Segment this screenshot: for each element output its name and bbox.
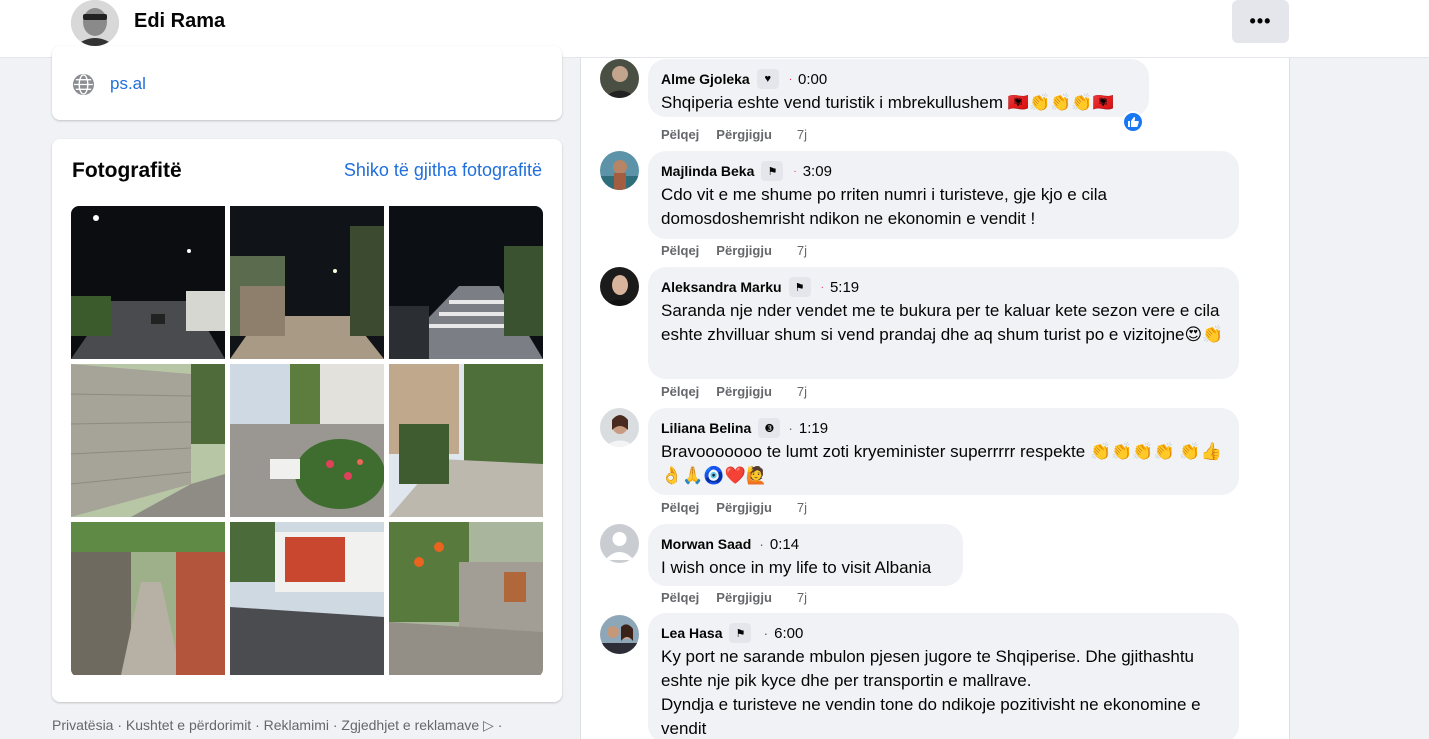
globe-icon: [72, 73, 95, 96]
reply-button[interactable]: Përgjigju: [716, 384, 772, 399]
reply-button[interactable]: Përgjigju: [716, 127, 772, 142]
heart-badge-icon: ♥: [756, 69, 779, 89]
more-options-button[interactable]: •••: [1232, 0, 1289, 43]
see-all-photos-link[interactable]: Shiko të gjitha fotografitë: [344, 160, 542, 181]
like-button[interactable]: Pëlqej: [661, 127, 699, 142]
comment-timestamp[interactable]: 5:19: [830, 279, 859, 296]
photo-thumbnail[interactable]: [71, 364, 225, 517]
footer-links[interactable]: Privatësia · Kushtet e përdorimit · Rekl…: [52, 717, 502, 734]
like-reaction-icon[interactable]: [1122, 111, 1144, 133]
comment-timestamp[interactable]: 1:19: [799, 420, 828, 437]
website-link[interactable]: ps.al: [110, 74, 146, 94]
comment-timestamp[interactable]: 0:14: [770, 536, 799, 553]
comment-actions: Pëlqej Përgjigju 7j: [661, 590, 824, 605]
reply-button[interactable]: Përgjigju: [716, 500, 772, 515]
commenter-avatar[interactable]: [600, 524, 639, 563]
flag-badge-icon: ⚑: [729, 623, 752, 643]
separator-dot: ·: [788, 73, 793, 85]
comment-age[interactable]: 7j: [797, 384, 807, 399]
intro-card: ps.al: [52, 46, 562, 120]
commenter-avatar[interactable]: [600, 615, 639, 654]
reply-button[interactable]: Përgjigju: [716, 243, 772, 258]
photos-title: Fotografitë: [72, 159, 182, 182]
comment-age[interactable]: 7j: [797, 500, 807, 515]
comment-timestamp[interactable]: 3:09: [803, 163, 832, 180]
commenter-avatar[interactable]: [600, 151, 639, 190]
like-button[interactable]: Pëlqej: [661, 243, 699, 258]
reply-button[interactable]: Përgjigju: [716, 590, 772, 605]
like-button[interactable]: Pëlqej: [661, 590, 699, 605]
comment-bubble: Lea Hasa ⚑ · 6:00 Ky port ne sarande mbu…: [648, 613, 1239, 739]
comment-timestamp[interactable]: 6:00: [774, 625, 803, 642]
photo-thumbnail[interactable]: [71, 522, 225, 675]
separator-dot: ·: [820, 281, 824, 293]
page-avatar[interactable]: [71, 0, 119, 46]
like-button[interactable]: Pëlqej: [661, 384, 699, 399]
like-button[interactable]: Pëlqej: [661, 500, 699, 515]
comment-text-continued: Dyndja e turisteve ne vendin tone do ndi…: [661, 695, 1201, 738]
comment-text: Ky port ne sarande mbulon pjesen jugore …: [661, 647, 1195, 690]
photo-thumbnail[interactable]: [230, 522, 384, 675]
photos-card: Fotografitë Shiko të gjitha fotografitë: [52, 139, 562, 702]
photo-thumbnail[interactable]: [71, 206, 225, 359]
commenter-name[interactable]: Alme Gjoleka: [661, 71, 750, 87]
commenter-avatar[interactable]: [600, 408, 639, 447]
comment-text: Saranda nje nder vendet me te bukura per…: [661, 301, 1224, 344]
comment-bubble: Morwan Saad · 0:14 I wish once in my lif…: [648, 524, 963, 586]
separator-dot: ·: [759, 536, 764, 552]
comment-actions: Pëlqej Përgjigju 7j: [661, 127, 824, 142]
commenter-avatar[interactable]: [600, 267, 639, 306]
separator-dot: ·: [793, 165, 797, 177]
photo-thumbnail[interactable]: [230, 364, 384, 517]
comment-text: Bravooooooo te lumt zoti kryeminister su…: [661, 442, 1222, 485]
photo-thumbnail[interactable]: [389, 206, 543, 359]
fan-badge-icon: ❸: [758, 418, 781, 438]
photo-grid: [71, 206, 543, 677]
comment-feed: Alme Gjoleka ♥ · 0:00 Shqiperia eshte ve…: [580, 58, 1290, 739]
photo-thumbnail[interactable]: [389, 522, 543, 675]
commenter-avatar[interactable]: [600, 59, 639, 98]
comment-age[interactable]: 7j: [797, 243, 807, 258]
comment-actions: Pëlqej Përgjigju 7j: [661, 500, 824, 515]
comment-age[interactable]: 7j: [797, 590, 807, 605]
page-name[interactable]: Edi Rama: [134, 10, 225, 33]
comment-age[interactable]: 7j: [797, 127, 807, 142]
comment-text: I wish once in my life to visit Albania: [661, 558, 932, 577]
commenter-name[interactable]: Liliana Belina: [661, 420, 751, 436]
comment-bubble: Aleksandra Marku ⚑ · 5:19 Saranda nje nd…: [648, 267, 1239, 379]
commenter-name[interactable]: Morwan Saad: [661, 536, 751, 552]
comment-text: Cdo vit e me shume po rriten numri i tur…: [661, 185, 1107, 228]
photo-thumbnail[interactable]: [389, 364, 543, 517]
separator-dot: ·: [763, 625, 769, 641]
comment-bubble: Alme Gjoleka ♥ · 0:00 Shqiperia eshte ve…: [648, 59, 1149, 117]
commenter-name[interactable]: Aleksandra Marku: [661, 279, 782, 295]
comment-bubble: Liliana Belina ❸ · 1:19 Bravooooooo te l…: [648, 408, 1239, 495]
flag-badge-icon: ⚑: [761, 161, 784, 181]
comment-text: Shqiperia eshte vend turistik i mbrekull…: [661, 93, 1114, 112]
comment-actions: Pëlqej Përgjigju 7j: [661, 243, 824, 258]
commenter-name[interactable]: Majlinda Beka: [661, 163, 754, 179]
comment-bubble: Majlinda Beka ⚑ · 3:09 Cdo vit e me shum…: [648, 151, 1239, 239]
photo-thumbnail[interactable]: [230, 206, 384, 359]
separator-dot: ·: [788, 420, 793, 436]
comment-timestamp[interactable]: 0:00: [798, 71, 827, 88]
comment-actions: Pëlqej Përgjigju 7j: [661, 384, 824, 399]
flag-badge-icon: ⚑: [788, 277, 811, 297]
commenter-name[interactable]: Lea Hasa: [661, 625, 722, 641]
